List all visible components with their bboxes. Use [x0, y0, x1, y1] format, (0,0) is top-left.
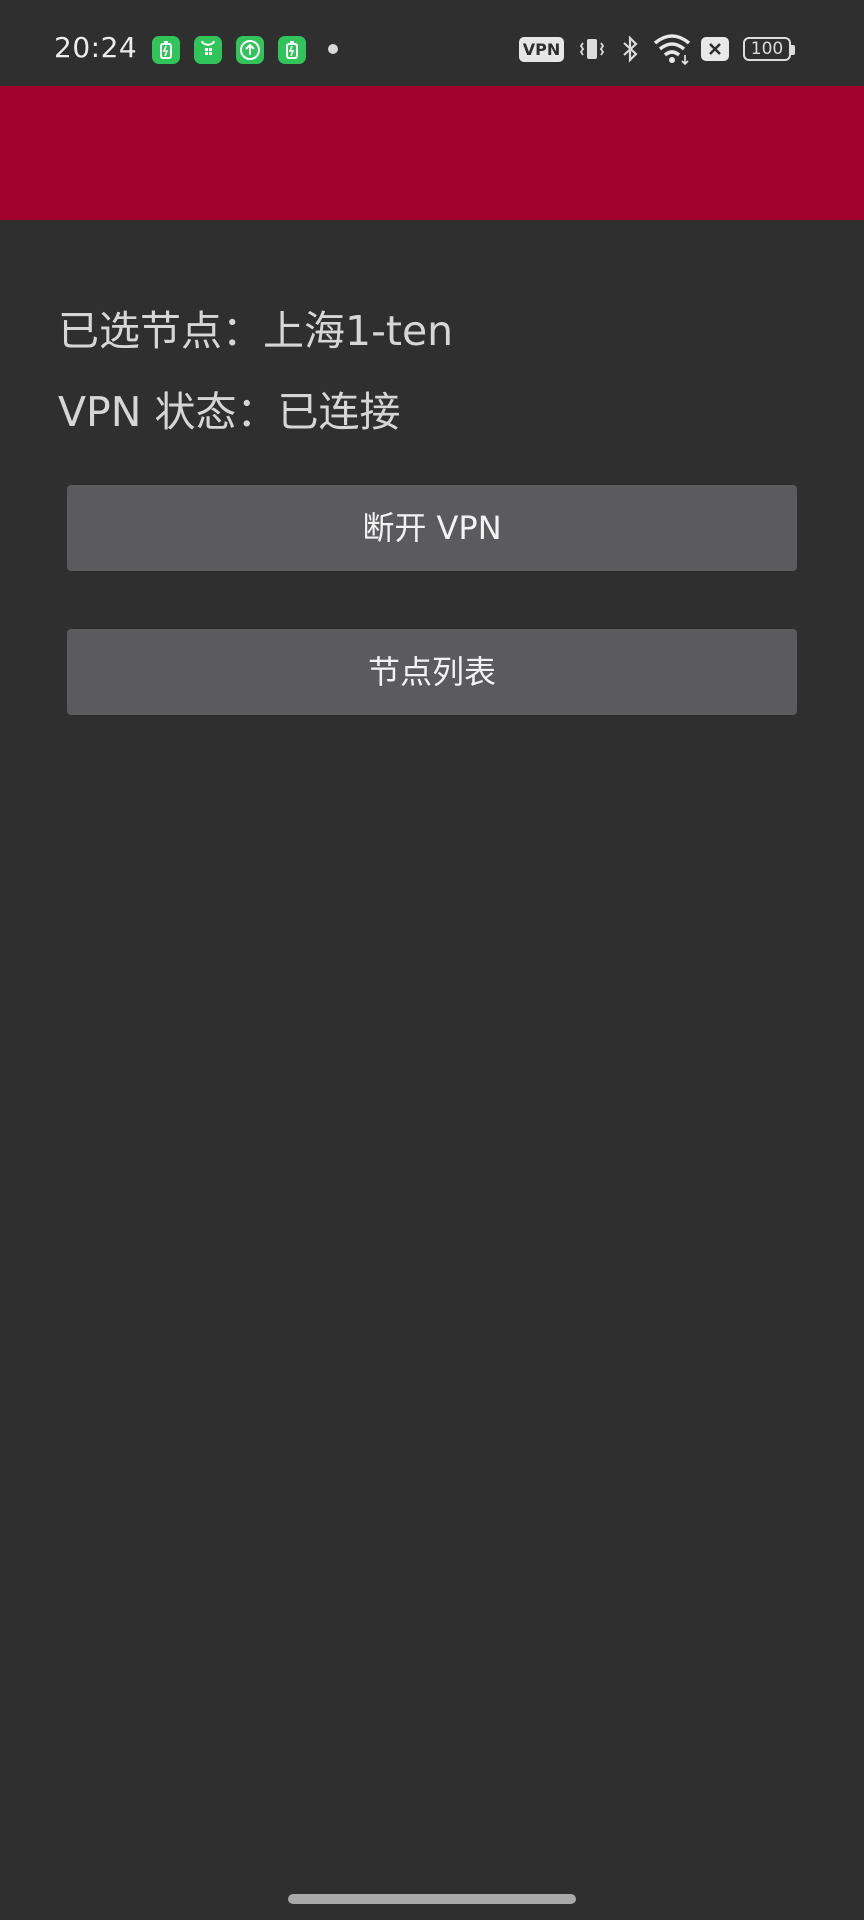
node-list-button[interactable]: 节点列表: [67, 629, 797, 715]
battery-saver-svg: [286, 41, 298, 59]
disconnect-vpn-button[interactable]: 断开 VPN: [67, 485, 797, 571]
vibrate-icon: [579, 39, 605, 59]
vpn-badge: VPN: [519, 37, 564, 62]
wifi-icon: [653, 34, 691, 66]
upload-svg: [240, 40, 260, 60]
selected-node-line: 已选节点：上海1-ten: [58, 305, 453, 357]
no-sim-icon: [701, 37, 729, 61]
battery-saver-svg: [160, 41, 172, 59]
battery-saver-icon: [152, 36, 180, 64]
bluetooth-icon: [623, 35, 638, 63]
app-bar: [0, 86, 864, 220]
upload-icon: [236, 36, 264, 64]
status-time: 20:24: [54, 31, 138, 64]
vpn-status-label: VPN 状态：: [58, 388, 278, 436]
gesture-bar[interactable]: [288, 1894, 576, 1904]
battery-icon: 100: [743, 37, 795, 61]
battery-saver-icon: [278, 36, 306, 64]
cleaner-icon: [194, 36, 222, 64]
selected-node-value: 上海1-ten: [263, 307, 454, 355]
selected-node-label: 已选节点：: [58, 307, 263, 355]
status-bar: 20:24 VPN 100: [0, 0, 864, 86]
vpn-status-line: VPN 状态：已连接: [58, 386, 400, 438]
battery-level: 100: [750, 39, 784, 59]
vpn-status-value: 已连接: [277, 388, 401, 436]
cleaner-svg: [201, 40, 215, 55]
notification-dot-icon: [328, 44, 338, 54]
